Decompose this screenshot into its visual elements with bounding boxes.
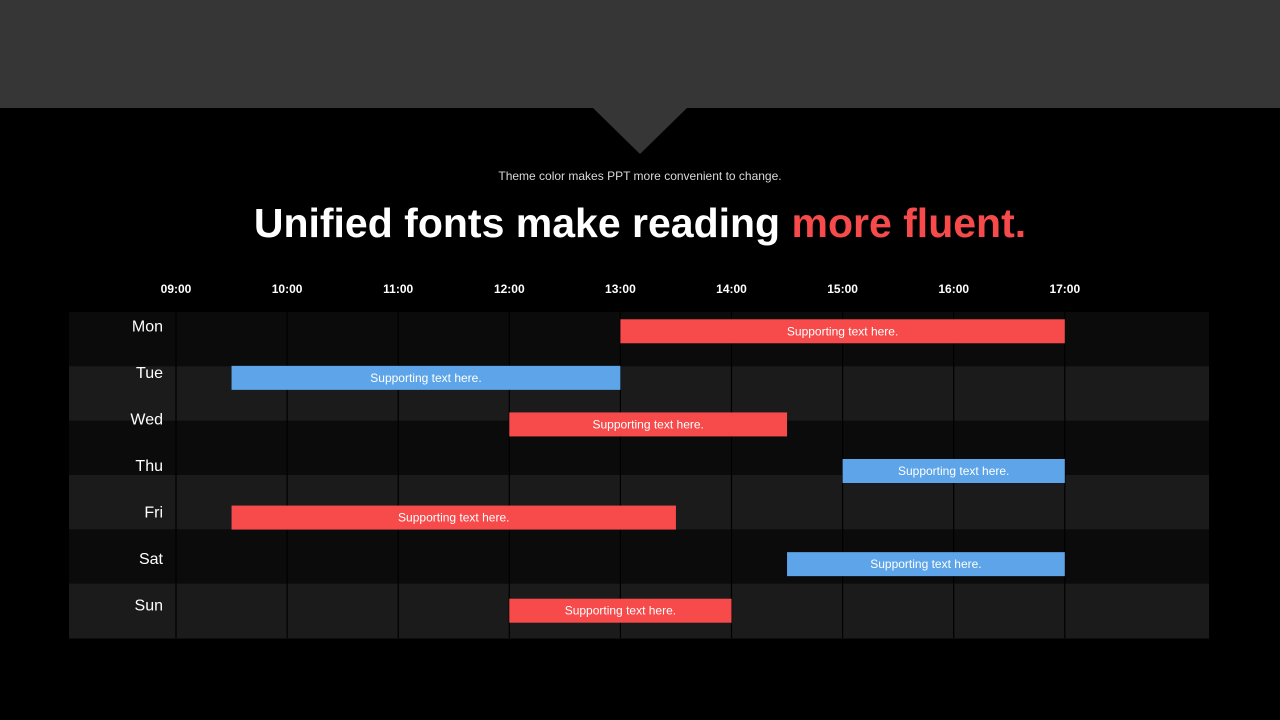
day-label: Tue xyxy=(136,365,163,382)
day-label: Sat xyxy=(139,551,164,568)
day-label: Sun xyxy=(135,598,163,615)
x-tick-label: 11:00 xyxy=(383,282,413,296)
x-tick-label: 14:00 xyxy=(716,282,747,296)
day-label: Thu xyxy=(135,458,163,475)
day-label: Wed xyxy=(130,411,163,428)
bar-label: Supporting text here. xyxy=(592,417,703,431)
bar-label: Supporting text here. xyxy=(370,371,481,385)
bar-label: Supporting text here. xyxy=(565,604,676,618)
x-tick-label: 13:00 xyxy=(605,282,636,296)
x-tick-label: 16:00 xyxy=(938,282,969,296)
bar-label: Supporting text here. xyxy=(398,511,509,525)
schedule-chart: 09:00 10:00 11:00 12:00 13:00 14:00 15:00 16:00… xyxy=(69,282,1209,639)
x-tick-label: 09:00 xyxy=(161,282,192,296)
bar-label: Supporting text here. xyxy=(870,557,981,571)
x-tick-label: 15:00 xyxy=(827,282,858,296)
bar-label: Supporting text here. xyxy=(898,464,1009,478)
x-tick-label: 10:00 xyxy=(272,282,303,296)
bar-label: Supporting text here. xyxy=(787,324,898,338)
x-tick-label: 12:00 xyxy=(494,282,525,296)
day-label: Mon xyxy=(132,318,163,335)
x-tick-label: 17:00 xyxy=(1049,282,1080,296)
day-label: Fri xyxy=(144,505,163,522)
